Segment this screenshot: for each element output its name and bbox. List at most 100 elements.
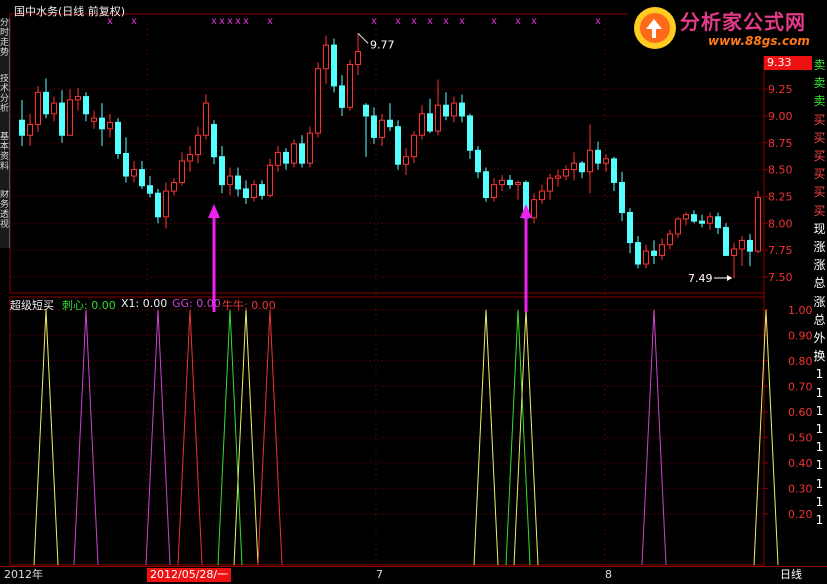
indicator-tick-label: 0.50 bbox=[788, 431, 813, 444]
candle-body bbox=[515, 181, 521, 186]
low-annotation-arrowhead bbox=[727, 274, 732, 281]
candle-body bbox=[83, 96, 89, 115]
indicator-tick-label: 1.00 bbox=[788, 304, 813, 317]
high-annotation-line bbox=[357, 32, 369, 44]
indicator-tick-label: 0.80 bbox=[788, 355, 813, 368]
quote-label: 1 bbox=[815, 476, 824, 491]
signal-marker: x bbox=[531, 16, 537, 27]
signal-marker: x bbox=[459, 16, 465, 27]
quote-label: 涨 bbox=[813, 258, 826, 273]
indicator-tick-label: 0.40 bbox=[788, 457, 813, 470]
candle-body bbox=[627, 212, 633, 244]
buy-arrow-head bbox=[520, 204, 532, 218]
cursor-date-label: 2012/05/28/一 bbox=[147, 568, 232, 582]
tab-financials[interactable]: 财务透视 bbox=[0, 190, 10, 248]
candle-body bbox=[203, 102, 209, 136]
candle-body bbox=[435, 104, 441, 132]
quote-label: 换 bbox=[813, 349, 826, 364]
candle-body bbox=[323, 44, 329, 70]
quote-label: 1 bbox=[815, 403, 824, 418]
candle-body bbox=[19, 119, 25, 136]
tab-fundamentals[interactable]: 基本资料 bbox=[0, 132, 10, 190]
indicator-tick-label: 0.30 bbox=[788, 482, 813, 495]
signal-marker: x bbox=[211, 16, 217, 27]
candle-body bbox=[379, 119, 385, 138]
quote-label: 1 bbox=[815, 458, 824, 473]
candle-body bbox=[411, 134, 417, 158]
tab-financials-label: 财务透视 bbox=[0, 190, 10, 230]
quote-label: 1 bbox=[815, 440, 824, 455]
period-button[interactable]: 日线 bbox=[780, 568, 802, 582]
low-annotation: 7.49 bbox=[688, 272, 713, 285]
candle-body bbox=[611, 158, 617, 183]
candle-body bbox=[387, 119, 393, 128]
candle-body bbox=[683, 214, 689, 220]
candle-body bbox=[619, 181, 625, 214]
quote-label: 1 bbox=[815, 494, 824, 509]
candle-body bbox=[555, 175, 561, 179]
candle-body bbox=[643, 250, 649, 265]
candle-body bbox=[691, 214, 697, 222]
signal-marker: x bbox=[427, 16, 433, 27]
candle-body bbox=[347, 63, 353, 108]
indicator-name: 超级短买 bbox=[10, 299, 54, 312]
quote-label: 外 bbox=[813, 331, 826, 346]
candle-body bbox=[307, 132, 313, 164]
quote-label: 总 bbox=[813, 312, 826, 327]
candlestick-series bbox=[19, 33, 761, 278]
signal-marker: x bbox=[131, 16, 137, 27]
price-tick-label: 9.25 bbox=[768, 83, 793, 96]
candle-body bbox=[603, 158, 609, 164]
candle-body bbox=[547, 177, 553, 192]
candle-body bbox=[75, 96, 81, 101]
candle-body bbox=[227, 175, 233, 186]
candle-body bbox=[51, 102, 57, 115]
indicator-tick-label: 0.20 bbox=[788, 508, 813, 521]
month-label-8: 8 bbox=[605, 568, 612, 581]
candle-body bbox=[211, 124, 217, 158]
tab-technical[interactable]: 技术分析 bbox=[0, 74, 10, 132]
candle-body bbox=[291, 143, 297, 164]
quote-label: 涨 bbox=[813, 294, 826, 309]
candle-body bbox=[267, 164, 273, 196]
candle-body bbox=[283, 151, 289, 164]
candle-body bbox=[99, 117, 105, 130]
candle-body bbox=[571, 162, 577, 171]
quote-panel: 卖卖卖买买买买买买现涨涨总涨总外换111111111 bbox=[812, 56, 827, 566]
candle-body bbox=[403, 156, 409, 165]
candle-body bbox=[395, 126, 401, 165]
candle-body bbox=[147, 185, 153, 194]
month-label-7: 7 bbox=[376, 568, 383, 581]
candle-body bbox=[755, 196, 761, 252]
candle-body bbox=[579, 162, 585, 173]
candle-body bbox=[475, 149, 481, 173]
candle-body bbox=[587, 149, 593, 173]
signal-marker: x bbox=[443, 16, 449, 27]
candle-body bbox=[339, 85, 345, 108]
price-tick-label: 8.75 bbox=[768, 137, 793, 150]
tab-intraday-label: 分时走势 bbox=[0, 18, 10, 58]
signal-marker: x bbox=[491, 16, 497, 27]
candle-body bbox=[195, 134, 201, 156]
buy-arrow-head bbox=[208, 204, 220, 218]
candle-body bbox=[131, 169, 137, 177]
tab-fundamentals-label: 基本资料 bbox=[0, 132, 10, 172]
candle-body bbox=[507, 179, 513, 186]
logo-icon bbox=[634, 7, 676, 49]
chart-title: 国中水务(日线 前复权) bbox=[14, 5, 126, 18]
price-tick-label: 7.50 bbox=[768, 271, 793, 284]
candle-body bbox=[35, 91, 41, 126]
quote-label: 卖 bbox=[813, 94, 826, 109]
quote-label: 总 bbox=[813, 276, 826, 291]
candle-body bbox=[163, 190, 169, 218]
quote-label: 1 bbox=[815, 513, 824, 528]
quote-label: 1 bbox=[815, 385, 824, 400]
candle-body bbox=[139, 169, 145, 187]
tab-intraday[interactable]: 分时走势 bbox=[0, 18, 10, 74]
legend-cixin: 刺心: 0.00 bbox=[62, 299, 116, 312]
candle-body bbox=[299, 143, 305, 164]
candle-body bbox=[243, 188, 249, 198]
candle-body bbox=[659, 244, 665, 256]
quote-label: 现 bbox=[813, 221, 826, 236]
candle-body bbox=[491, 184, 497, 198]
